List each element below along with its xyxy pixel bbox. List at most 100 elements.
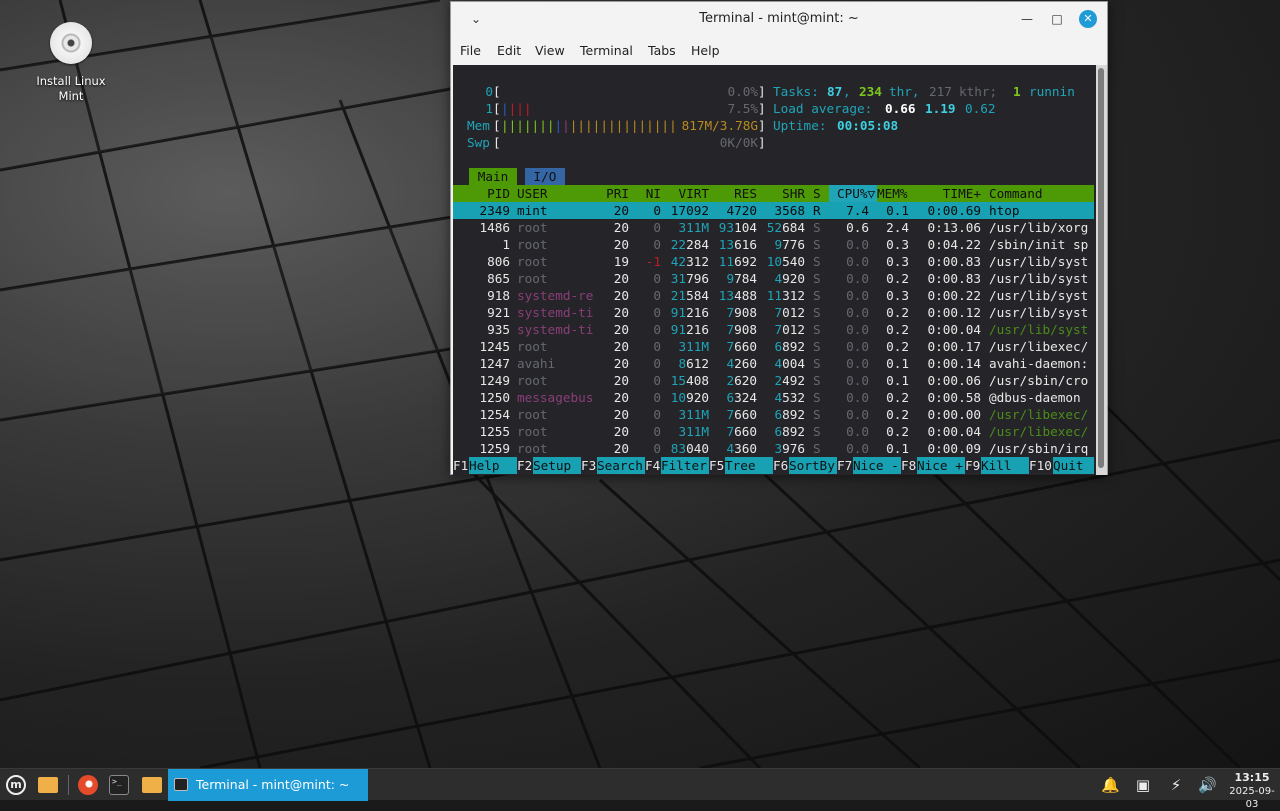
- folder-icon[interactable]: [142, 777, 162, 793]
- cell-cmd: /usr/libexec/: [989, 424, 1089, 439]
- cell-time: 0:00.22: [927, 288, 981, 303]
- cell-pid: 1255: [479, 424, 510, 439]
- cell-cmd: /usr/libexec/: [989, 407, 1089, 422]
- cell-virt: 83040: [670, 441, 709, 456]
- fkey-quit[interactable]: Quit: [1053, 457, 1094, 474]
- cell-mem: 0.2: [886, 424, 909, 439]
- process-row[interactable]: 1249 root 20 0 15408 2620 2492 S 0.0 0.1 0:00.06/u…: [453, 372, 1094, 389]
- cell-s: S: [813, 254, 821, 269]
- process-row[interactable]: 935 systemd-ti 20 0 91216 7908 7012 S 0.0 0.2 0:00…: [453, 321, 1094, 338]
- cell-pid: 865: [487, 271, 510, 286]
- fkey-nice-plus[interactable]: Nice +: [917, 457, 965, 474]
- fkey-search[interactable]: Search: [597, 457, 645, 474]
- fkey-nice-minus[interactable]: Nice -: [853, 457, 901, 474]
- function-key-bar: F1 Help F2 Setup F3 Search F4 Filter F5 …: [453, 457, 1094, 474]
- cell-cmd: /usr/lib/syst: [989, 322, 1089, 337]
- terminal-window: ⌄ Terminal - mint@mint: ~ — □ ✕ File Edi…: [450, 1, 1108, 475]
- cell-res: 7660: [726, 339, 757, 354]
- close-button[interactable]: ✕: [1079, 10, 1097, 28]
- tab-io[interactable]: I/O: [525, 168, 565, 185]
- cell-res: 93104: [718, 220, 757, 235]
- cell-time: 0:00.09: [927, 441, 981, 456]
- files-icon[interactable]: [38, 777, 58, 793]
- cell-pid: 806: [487, 254, 510, 269]
- menu-view[interactable]: View: [535, 43, 565, 58]
- col-cpu[interactable]: CPU%▽: [837, 185, 875, 202]
- tab-main[interactable]: Main: [469, 168, 517, 185]
- menu-tabs[interactable]: Tabs: [648, 43, 676, 58]
- cell-pri: 20: [613, 373, 629, 388]
- fkey-help[interactable]: Help: [469, 457, 517, 474]
- col-state[interactable]: S: [813, 185, 821, 202]
- mint-menu-icon[interactable]: m: [6, 775, 26, 795]
- fkey-sortby[interactable]: SortBy: [789, 457, 837, 474]
- cell-pid: 1247: [479, 356, 510, 371]
- notifications-icon[interactable]: 🔔: [1101, 776, 1120, 794]
- menu-edit[interactable]: Edit: [497, 43, 521, 58]
- col-user[interactable]: USER: [517, 185, 548, 202]
- process-row[interactable]: 918 systemd-re 20 0 21584 13488 11312 S 0.0 0.3 0:…: [453, 287, 1094, 304]
- col-time[interactable]: TIME+: [917, 185, 981, 202]
- cell-cpu: 0.0: [846, 322, 869, 337]
- process-row[interactable]: 865 root 20 0 31796 9784 4920 S 0.0 0.2 0:00.83/us…: [453, 270, 1094, 287]
- process-row[interactable]: 806 root 19 -1 42312 11692 10540 S 0.0 0.3 0:00.83…: [453, 253, 1094, 270]
- menu-help[interactable]: Help: [691, 43, 720, 58]
- cell-ni: 0: [653, 373, 661, 388]
- cell-cpu: 0.6: [846, 220, 869, 235]
- cell-user: systemd-ti: [517, 322, 594, 337]
- process-row[interactable]: 1259 root 20 0 83040 4360 3976 S 0.0 0.1 0:00.09/u…: [453, 440, 1094, 457]
- process-row[interactable]: 1245 root 20 0 311M 7660 6892 S 0.0 0.2 0:00.17/us…: [453, 338, 1094, 355]
- fkey-kill[interactable]: Kill: [981, 457, 1029, 474]
- terminal-scrollbar[interactable]: [1096, 65, 1107, 475]
- cell-s: S: [813, 390, 821, 405]
- process-row[interactable]: 1 root 20 0 22284 13616 9776 S 0.0 0.3 0:04.22/sbi…: [453, 236, 1094, 253]
- cell-shr: 4004: [774, 356, 805, 371]
- window-titlebar[interactable]: ⌄ Terminal - mint@mint: ~ — □ ✕: [451, 2, 1107, 35]
- cell-user: root: [517, 254, 548, 269]
- cell-mem: 0.3: [886, 237, 909, 252]
- col-mem[interactable]: MEM%: [877, 185, 908, 202]
- cell-res: 4720: [726, 203, 757, 218]
- process-row[interactable]: 1486 root 20 0 311M 93104 52684 S 0.6 2.4 0:13.06 /…: [453, 219, 1094, 236]
- cell-s: S: [813, 424, 821, 439]
- col-pri[interactable]: PRI: [593, 185, 629, 202]
- cell-cmd: /usr/lib/syst: [989, 271, 1089, 286]
- process-row-selected[interactable]: 2349 mint 20 0 17092 4720 3568 R 7.4 0.1 0:00.69 ht…: [453, 202, 1094, 219]
- clock[interactable]: 13:15 2025-09-03: [1224, 771, 1280, 811]
- fkey-tree[interactable]: Tree: [725, 457, 773, 474]
- col-virt[interactable]: VIRT: [661, 185, 709, 202]
- menu-file[interactable]: File: [460, 43, 481, 58]
- col-res[interactable]: RES: [709, 185, 757, 202]
- install-linux-mint-desktop-icon[interactable]: Install Linux Mint: [30, 22, 112, 104]
- display-icon[interactable]: ▣: [1134, 776, 1152, 794]
- fkey-filter[interactable]: Filter: [661, 457, 709, 474]
- firefox-icon[interactable]: [78, 775, 98, 795]
- cell-pid: 1245: [479, 339, 510, 354]
- col-command[interactable]: Command: [989, 185, 1042, 202]
- menu-terminal[interactable]: Terminal: [580, 43, 633, 58]
- scrollbar-thumb[interactable]: [1098, 68, 1104, 468]
- fkey-setup[interactable]: Setup: [533, 457, 581, 474]
- cell-pid: 1486: [479, 220, 510, 235]
- cell-pri: 20: [613, 339, 629, 354]
- cell-virt: 31796: [670, 271, 709, 286]
- col-pid[interactable]: PID: [453, 185, 510, 202]
- terminal-output[interactable]: 0 [ 0.0% ] 1 [ |||| 7.5% ] Mem [ |||||||…: [453, 65, 1096, 475]
- taskbar-window-terminal[interactable]: Terminal - mint@mint: ~: [168, 769, 368, 801]
- volume-icon[interactable]: 🔊: [1198, 776, 1217, 794]
- cell-virt: 311M: [678, 407, 709, 422]
- process-row[interactable]: 1247 avahi 20 0 8612 4260 4004 S 0.0 0.1 0:00.14 av…: [453, 355, 1094, 372]
- process-row[interactable]: 1250 messagebus 20 0 10920 6324 4532 S 0.0 0.2 0:0…: [453, 389, 1094, 406]
- power-icon[interactable]: ⚡: [1167, 776, 1185, 794]
- col-ni[interactable]: NI: [633, 185, 661, 202]
- process-row[interactable]: 1254 root 20 0 311M 7660 6892 S 0.0 0.2 0:00.00/us…: [453, 406, 1094, 423]
- process-row[interactable]: 1255 root 20 0 311M 7660 6892 S 0.0 0.2 0:00.04/us…: [453, 423, 1094, 440]
- minimize-button[interactable]: —: [1018, 10, 1036, 28]
- terminal-icon[interactable]: >_: [109, 775, 129, 795]
- col-shr[interactable]: SHR: [757, 185, 805, 202]
- cell-cpu: 0.0: [846, 441, 869, 456]
- process-row[interactable]: 921 systemd-ti 20 0 91216 7908 7012 S 0.0 0.2 0:00…: [453, 304, 1094, 321]
- taskbar-separator: [68, 775, 69, 795]
- maximize-button[interactable]: □: [1048, 10, 1066, 28]
- cell-shr: 4920: [774, 271, 805, 286]
